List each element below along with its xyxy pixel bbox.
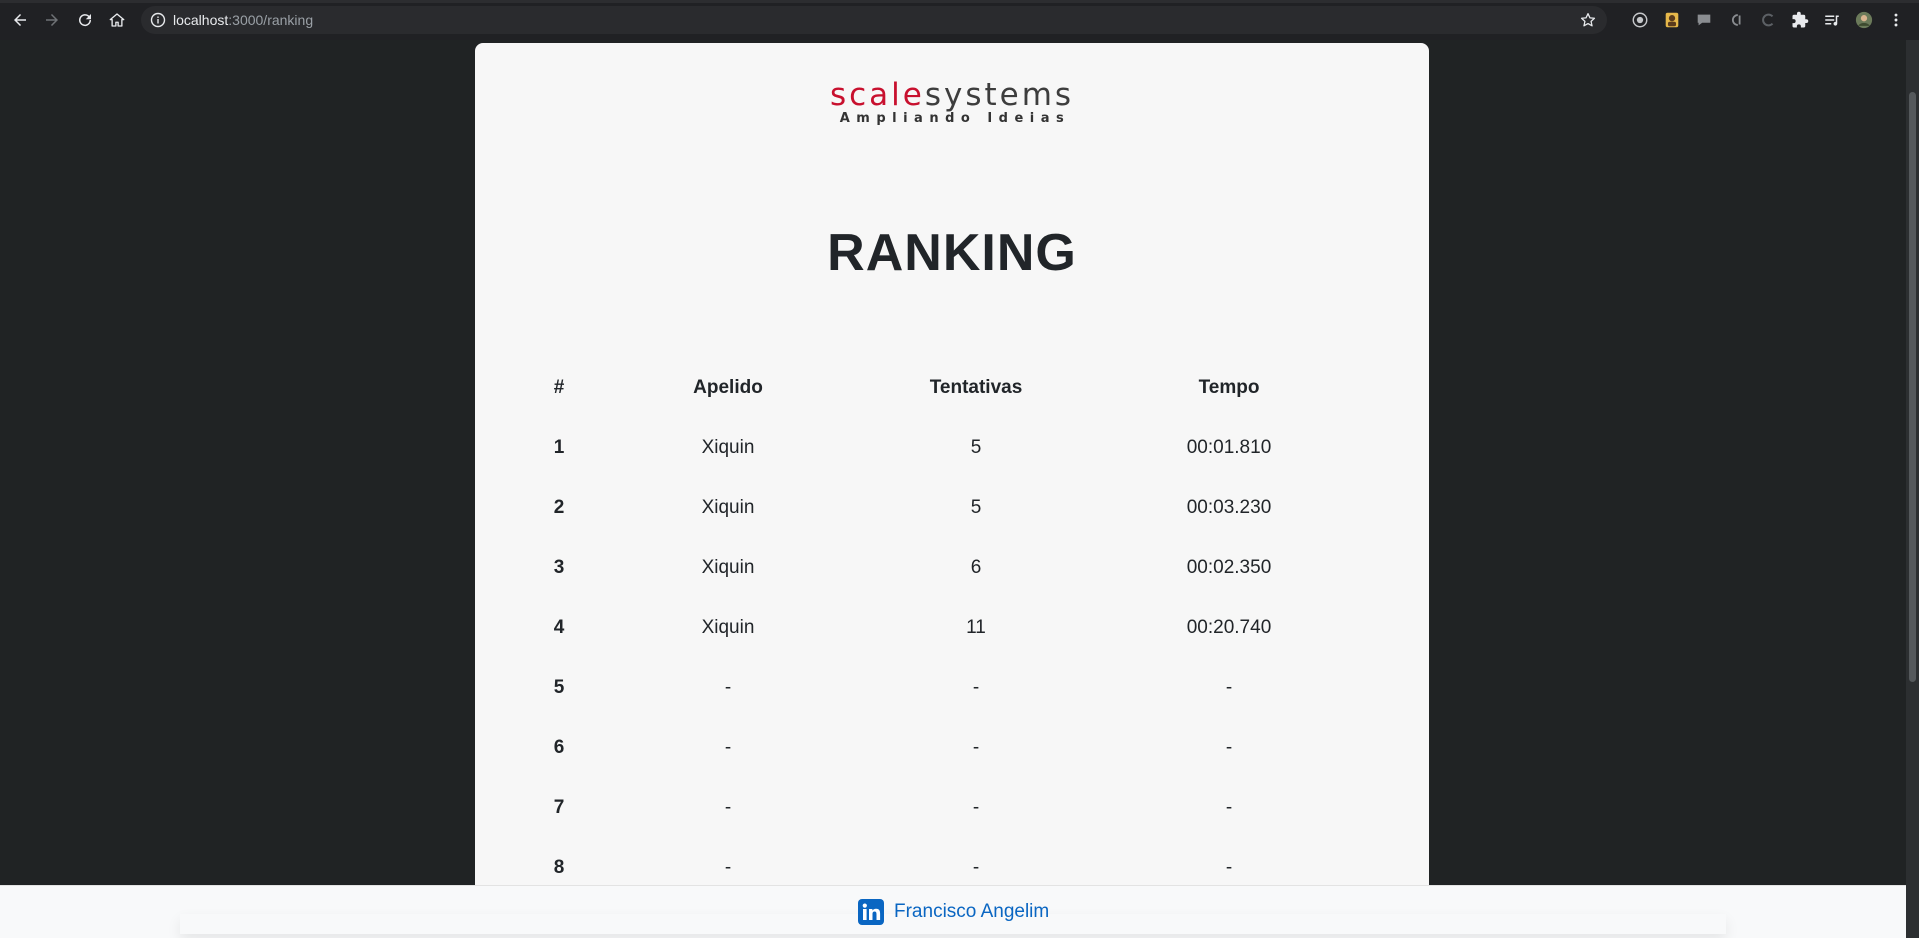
extension-chat-icon[interactable] [1694,10,1714,30]
row-position: 3 [553,557,565,578]
back-icon[interactable] [8,8,32,32]
row-attempts: 5 [970,497,982,518]
url-text[interactable]: localhost:3000/ranking [173,12,313,28]
row-nickname: - [724,677,732,698]
row-nickname: - [724,737,732,758]
extension-portrait-icon[interactable] [1662,10,1682,30]
page-scrollbar[interactable] [1906,40,1919,938]
url-host: localhost [173,12,229,28]
row-position: 1 [553,437,565,458]
scalesystems-logo: scalesystems Ampliando Ideias [475,77,1429,126]
url-path: :3000/ranking [228,12,314,28]
table-row: 4 Xiquin 11 00:20.740 [525,598,1369,658]
row-time: 00:03.230 [1186,497,1272,518]
row-time: 00:20.740 [1186,617,1272,638]
logo-systems: systems [924,77,1075,113]
browser-toolbar: localhost:3000/ranking [0,0,1919,40]
extension-arc-icon[interactable] [1758,10,1778,30]
row-nickname: Xiquin [701,617,755,638]
table-row: 7 - - - [525,778,1369,838]
author-name: Francisco Angelim [894,901,1050,922]
row-attempts: 11 [966,617,986,638]
row-nickname: Xiquin [701,557,755,578]
row-time: 00:02.350 [1186,557,1272,578]
page-title: RANKING [827,224,1077,282]
row-nickname: Xiquin [701,437,755,458]
ranking-card: scalesystems Ampliando Ideias RANKING # … [475,43,1429,938]
scrollbar-thumb[interactable] [1909,92,1916,682]
row-position: 7 [553,797,565,818]
reading-list-icon[interactable] [1822,10,1842,30]
address-bar[interactable]: localhost:3000/ranking [141,6,1607,34]
linkedin-icon [858,899,884,925]
row-time: - [1225,737,1233,758]
row-position: 2 [553,497,565,518]
ranking-table: # Apelido Tentativas Tempo 1 Xiquin 5 00… [525,358,1369,898]
table-row: 3 Xiquin 6 00:02.350 [525,538,1369,598]
row-attempts: 6 [970,557,982,578]
table-header-row: # Apelido Tentativas Tempo [525,358,1369,418]
row-position: 6 [553,737,565,758]
row-attempts: - [972,737,980,758]
table-row: 1 Xiquin 5 00:01.810 [525,418,1369,478]
header-time: Tempo [1198,377,1260,398]
logo-tagline: Ampliando Ideias [839,111,1071,126]
page-footer: Francisco Angelim [0,885,1906,938]
logo-wordmark: scalesystems [475,77,1429,113]
row-position: 4 [553,617,565,638]
menu-icon[interactable] [1886,10,1906,30]
extensions-icon[interactable] [1790,10,1810,30]
table-row: 2 Xiquin 5 00:03.230 [525,478,1369,538]
header-nickname: Apelido [693,377,763,398]
header-position: # [553,377,565,398]
row-nickname: Xiquin [701,497,755,518]
reload-icon[interactable] [73,8,97,32]
author-linkedin-link[interactable]: Francisco Angelim [858,899,1049,925]
row-time: 00:01.810 [1186,437,1272,458]
bookmark-star-icon[interactable] [1579,11,1597,29]
extension-c-icon[interactable] [1726,10,1746,30]
info-icon[interactable] [150,12,166,28]
home-icon[interactable] [105,8,129,32]
row-time: - [1225,797,1233,818]
row-time: - [1225,677,1233,698]
forward-icon[interactable] [40,8,64,32]
extension-target-icon[interactable] [1630,10,1650,30]
row-attempts: 5 [970,437,982,458]
tab-strip [0,0,1919,3]
logo-scale: scale [829,77,925,113]
row-position: 5 [553,677,565,698]
table-row: 6 - - - [525,718,1369,778]
page-viewport: scalesystems Ampliando Ideias RANKING # … [0,40,1906,938]
header-attempts: Tentativas [929,377,1023,398]
table-row: 5 - - - [525,658,1369,718]
row-attempts: - [972,677,980,698]
profile-avatar[interactable] [1854,10,1874,30]
row-nickname: - [724,797,732,818]
row-attempts: - [972,797,980,818]
